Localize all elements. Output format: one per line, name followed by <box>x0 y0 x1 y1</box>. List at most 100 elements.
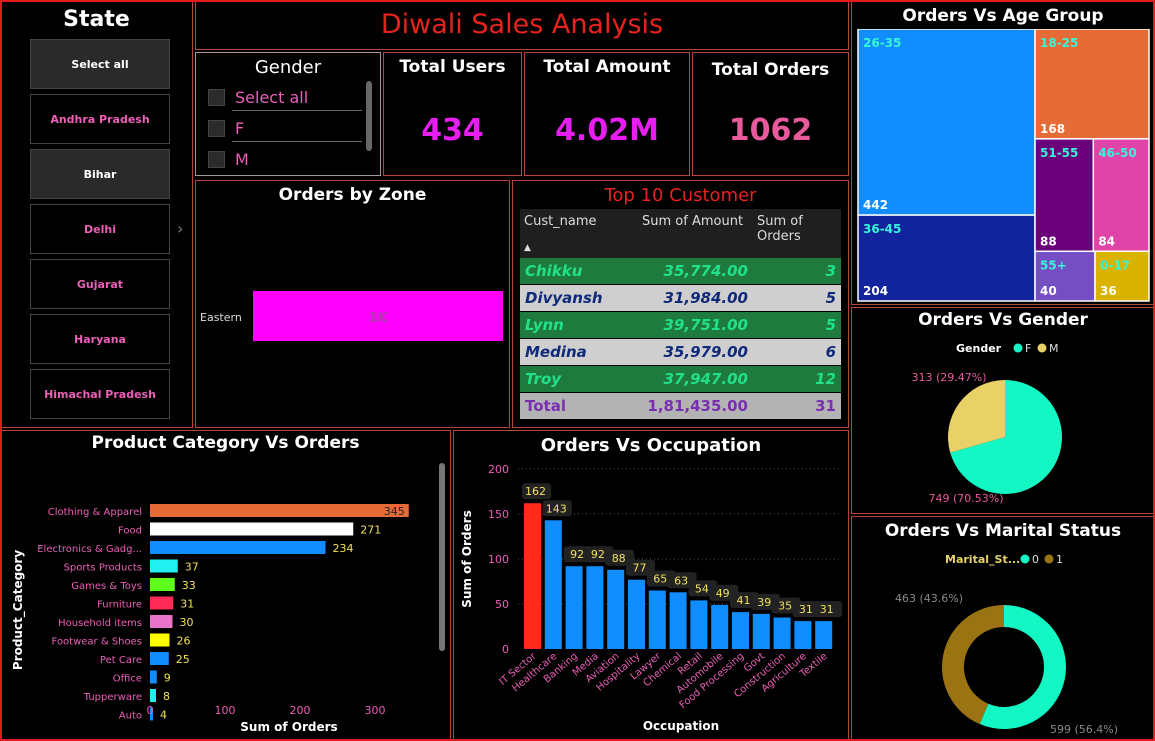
data-label: 1K <box>368 311 388 326</box>
data-label: 271 <box>360 524 381 537</box>
bar <box>690 600 708 649</box>
table-cell: 35,979.00 <box>638 338 753 366</box>
x-tick-label: 0 <box>147 704 154 717</box>
treemap-cell <box>857 29 1036 216</box>
zone-chart: Eastern 1K <box>200 291 503 341</box>
bar <box>544 520 562 649</box>
bar <box>150 615 173 628</box>
sort-ascending-icon[interactable]: ▲ <box>524 243 634 253</box>
data-label: 54 <box>695 582 709 595</box>
y-tick-label: 150 <box>488 508 509 521</box>
state-option[interactable]: Delhi <box>30 204 170 254</box>
state-option[interactable]: Bihar <box>30 149 170 199</box>
legend-title: Marital_St... <box>945 553 1020 566</box>
bar <box>150 541 326 554</box>
treemap-category-label: 18-25 <box>1040 36 1078 50</box>
kpi-label: Total Amount <box>543 57 671 77</box>
chart-title: Product Category Vs Orders <box>91 433 360 453</box>
data-label: 25 <box>176 653 190 666</box>
y-tick-label: 0 <box>502 643 509 656</box>
x-tick-label: 200 <box>290 704 311 717</box>
gender-option-f[interactable]: F <box>208 116 368 140</box>
data-label: 345 <box>384 505 405 518</box>
table-row[interactable]: Troy 37,947.00 12 <box>520 365 841 393</box>
scrollbar[interactable] <box>366 81 372 151</box>
treemap-value-label: 84 <box>1098 234 1115 248</box>
legend-label: M <box>1049 342 1059 355</box>
treemap-category-label: 55+ <box>1040 258 1067 272</box>
table-cell: 6 <box>753 338 841 366</box>
category-label: Clothing & Apparel <box>48 507 142 518</box>
gender-option-select-all[interactable]: Select all <box>208 85 368 109</box>
chevron-right-icon[interactable]: › <box>177 219 183 238</box>
category-label: Sports Products <box>64 563 142 574</box>
kpi-total-amount: Total Amount 4.02M <box>524 52 690 176</box>
state-option[interactable]: Gujarat <box>30 259 170 309</box>
state-slicer-title: State <box>63 7 130 32</box>
table-row[interactable]: Medina 35,979.00 6 <box>520 338 841 366</box>
state-option[interactable]: Haryana <box>30 314 170 364</box>
bar <box>565 566 583 649</box>
bar <box>524 503 541 649</box>
state-option[interactable]: Andhra Pradesh <box>30 94 170 144</box>
legend-label: 1 <box>1056 553 1063 566</box>
scrollbar[interactable] <box>439 463 445 651</box>
top-customers-table: Cust_name ▲ Sum of Amount Sum of Orders C… <box>520 209 841 420</box>
y-axis-label: Product_Category <box>11 550 26 670</box>
table-cell: 5 <box>753 284 841 312</box>
checkbox[interactable] <box>208 119 225 137</box>
header-panel: Diwali Sales Analysis <box>195 0 849 50</box>
treemap-value-label: 168 <box>1040 122 1065 136</box>
x-axis-label: Sum of Orders <box>240 720 337 734</box>
bar <box>150 504 409 517</box>
gender-pie-chart: Gender F M 749 (70.53%) 313 (29.47%) <box>911 342 1062 505</box>
checkbox[interactable] <box>208 150 225 168</box>
checkbox[interactable] <box>208 88 225 106</box>
state-option[interactable]: Select all <box>30 39 170 89</box>
bar <box>150 670 157 684</box>
column-header-orders[interactable]: Sum of Orders <box>753 209 841 258</box>
category-label: Food <box>118 526 142 537</box>
x-tick-label: 100 <box>215 704 236 717</box>
data-label: 39 <box>757 596 771 609</box>
bar <box>669 592 687 649</box>
table-cell: 1,81,435.00 <box>638 392 753 420</box>
bar <box>150 652 169 665</box>
data-label: 8 <box>163 690 170 703</box>
data-label: 35 <box>778 600 792 613</box>
bar <box>150 633 170 647</box>
data-label: 4 <box>160 709 167 722</box>
treemap-category-label: 36-45 <box>863 222 901 236</box>
table-row[interactable]: Lynn 39,751.00 5 <box>520 311 841 339</box>
data-label: 234 <box>333 542 354 555</box>
bar <box>150 522 354 536</box>
kpi-value: 4.02M <box>555 113 659 148</box>
gender-option-label: Select all <box>235 87 309 107</box>
treemap-value-label: 442 <box>863 198 888 212</box>
column-header-amount[interactable]: Sum of Amount <box>638 209 753 258</box>
y-tick-label: 100 <box>488 553 509 566</box>
gender-option-m[interactable]: M <box>208 147 368 171</box>
y-tick-label: 50 <box>495 598 509 611</box>
data-label: 65 <box>653 573 667 586</box>
chart-title: Orders by Zone <box>278 185 427 205</box>
table-row[interactable]: Divyansh 31,984.00 5 <box>520 284 841 312</box>
state-option[interactable]: Himachal Pradesh <box>30 369 170 419</box>
top-customers-panel: Top 10 Customer Cust_name ▲ Sum of Amount… <box>512 180 849 428</box>
treemap-value-label: 40 <box>1040 284 1057 298</box>
table-cell: Troy <box>520 365 638 393</box>
bar <box>711 604 729 649</box>
data-label: 49 <box>716 587 730 600</box>
data-label: 26 <box>177 635 191 648</box>
category-label: Footwear & Shoes <box>52 637 142 648</box>
data-label: 30 <box>180 616 194 629</box>
data-label: 92 <box>570 548 584 561</box>
y-tick-label: 200 <box>488 463 509 476</box>
kpi-label: Total Orders <box>711 60 830 80</box>
treemap-category-label: 0-17 <box>1100 258 1130 272</box>
table-row[interactable]: Chikku 35,774.00 3 <box>520 258 841 285</box>
legend-title: Gender <box>956 342 1002 355</box>
bar <box>794 621 812 649</box>
divider <box>232 110 362 111</box>
column-header-cust-name[interactable]: Cust_name ▲ <box>520 209 638 258</box>
